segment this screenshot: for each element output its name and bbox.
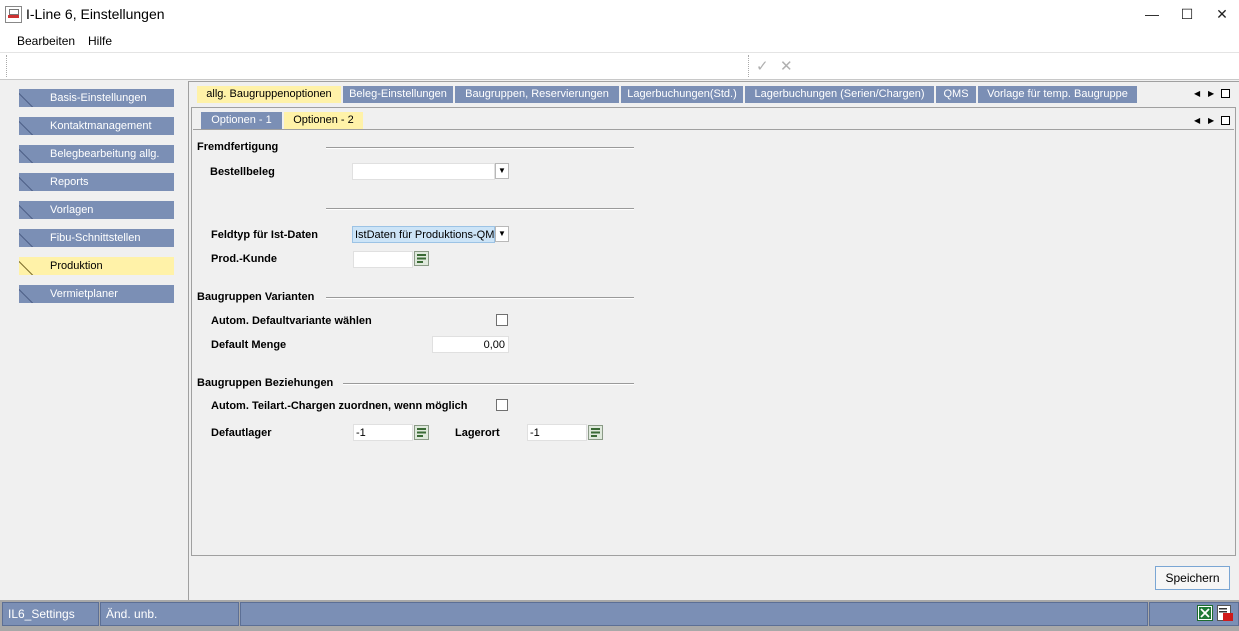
- defaultlager-label: Defautlager: [211, 427, 272, 439]
- tab-lagerbuchungen-serien[interactable]: Lagerbuchungen (Serien/Chargen): [745, 86, 934, 103]
- section-beziehungen-title: Baugruppen Beziehungen: [197, 377, 334, 389]
- tab-scroll-left-icon[interactable]: ◀: [1194, 89, 1200, 98]
- sidebar-item-reports[interactable]: Reports: [19, 173, 174, 191]
- feldtyp-select[interactable]: IstDaten für Produktions-QM: [352, 226, 495, 243]
- defaultlager-input[interactable]: -1: [353, 424, 413, 441]
- maximize-button[interactable]: ☐: [1170, 0, 1204, 28]
- sidebar-item-vermietplaner[interactable]: Vermietplaner: [19, 285, 174, 303]
- title-bar: [0, 0, 1239, 28]
- lagerort-label: Lagerort: [455, 427, 500, 439]
- feldtyp-dropdown-icon[interactable]: ▼: [495, 226, 509, 242]
- pdf-export-icon[interactable]: [1217, 605, 1233, 621]
- save-button[interactable]: Speichern: [1155, 566, 1230, 590]
- tab-allg-baugruppenoptionen[interactable]: allg. Baugruppenoptionen: [197, 86, 341, 103]
- toolbar-divider: [0, 79, 1239, 80]
- tab-beleg-einstellungen[interactable]: Beleg-Einstellungen: [343, 86, 453, 103]
- sidebar-item-vorlagen[interactable]: Vorlagen: [19, 201, 174, 219]
- tab-qms[interactable]: QMS: [936, 86, 976, 103]
- prodkunde-input[interactable]: [353, 251, 413, 268]
- section-divider: [326, 208, 634, 210]
- menu-hilfe[interactable]: Hilfe: [88, 34, 112, 48]
- section-divider: [326, 147, 634, 149]
- app-icon: [5, 6, 22, 23]
- tab-list-icon[interactable]: [1221, 89, 1230, 98]
- section-varianten-title: Baugruppen Varianten: [197, 291, 315, 303]
- subtab-scroll-right-icon[interactable]: ▶: [1208, 116, 1214, 125]
- sidebar-item-fibu-schnittstellen[interactable]: Fibu-Schnittstellen: [19, 229, 174, 247]
- status-changes: Änd. unb.: [100, 602, 239, 626]
- subtab-divider: [193, 129, 1234, 130]
- status-message: [240, 602, 1148, 626]
- subtab-scroll-left-icon[interactable]: ◀: [1194, 116, 1200, 125]
- tab-vorlage-temp-baugruppe[interactable]: Vorlage für temp. Baugruppe: [978, 86, 1137, 103]
- feldtyp-label: Feldtyp für Ist-Daten: [211, 229, 318, 241]
- tab-optionen-2[interactable]: Optionen - 2: [284, 112, 363, 129]
- section-divider: [343, 383, 634, 385]
- toolbar-grip: [6, 55, 8, 77]
- tab-optionen-1[interactable]: Optionen - 1: [201, 112, 282, 129]
- confirm-icon[interactable]: ✓: [756, 57, 769, 75]
- bestellbeleg-dropdown-icon[interactable]: ▼: [495, 163, 509, 179]
- toolbar-separator: [748, 55, 750, 77]
- defaultlager-lookup-icon[interactable]: [414, 425, 429, 440]
- menu-bearbeiten[interactable]: Bearbeiten: [17, 34, 75, 48]
- status-module: IL6_Settings: [2, 602, 99, 626]
- prodkunde-lookup-icon[interactable]: [414, 251, 429, 266]
- sidebar-item-kontaktmanagement[interactable]: Kontaktmanagement: [19, 117, 174, 135]
- cancel-icon[interactable]: ✕: [780, 57, 793, 75]
- menu-bar: [0, 28, 1239, 53]
- window-title: I-Line 6, Einstellungen: [26, 6, 165, 22]
- tab-lagerbuchungen-std[interactable]: Lagerbuchungen(Std.): [621, 86, 743, 103]
- content-frame: [191, 107, 1236, 556]
- sidebar-item-produktion[interactable]: Produktion: [19, 257, 174, 275]
- chargen-checkbox[interactable]: [496, 399, 508, 411]
- chargen-label: Autom. Teilart.-Chargen zuordnen, wenn m…: [211, 400, 468, 412]
- tab-scroll-right-icon[interactable]: ▶: [1208, 89, 1214, 98]
- sidebar-item-belegbearbeitung[interactable]: Belegbearbeitung allg.: [19, 145, 174, 163]
- minimize-button[interactable]: —: [1135, 0, 1169, 28]
- lagerort-lookup-icon[interactable]: [588, 425, 603, 440]
- subtab-list-icon[interactable]: [1221, 116, 1230, 125]
- toolbar: [0, 53, 1239, 79]
- prodkunde-label: Prod.-Kunde: [211, 253, 277, 265]
- defaultvariante-label: Autom. Defaultvariante wählen: [211, 315, 372, 327]
- excel-export-icon[interactable]: [1197, 605, 1213, 621]
- defaultmenge-input[interactable]: 0,00: [432, 336, 509, 353]
- sidebar-item-basis-einstellungen[interactable]: Basis-Einstellungen: [19, 89, 174, 107]
- close-button[interactable]: ✕: [1205, 0, 1239, 28]
- bestellbeleg-select[interactable]: [352, 163, 495, 180]
- bestellbeleg-label: Bestellbeleg: [210, 166, 275, 178]
- lagerort-input[interactable]: -1: [527, 424, 587, 441]
- section-fremdfertigung-title: Fremdfertigung: [197, 141, 279, 153]
- tab-baugruppen-reservierungen[interactable]: Baugruppen, Reservierungen: [455, 86, 619, 103]
- defaultmenge-label: Default Menge: [211, 339, 287, 351]
- defaultvariante-checkbox[interactable]: [496, 314, 508, 326]
- section-divider: [326, 297, 634, 299]
